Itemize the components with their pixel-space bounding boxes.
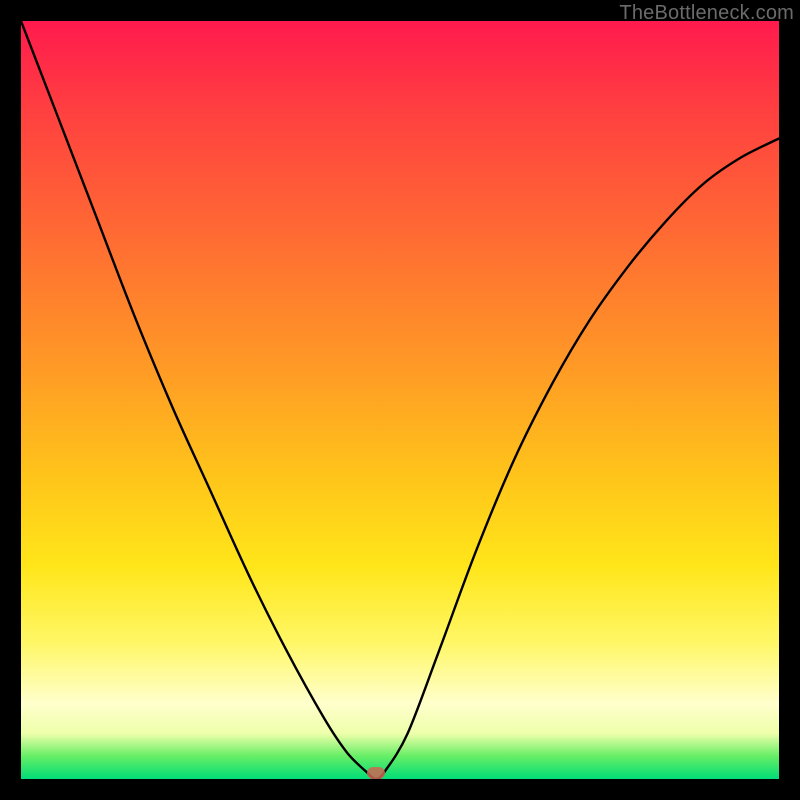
optimal-point-marker	[367, 767, 385, 779]
plot-area	[21, 21, 779, 779]
bottleneck-curve	[21, 21, 779, 779]
chart-frame: TheBottleneck.com	[0, 0, 800, 800]
